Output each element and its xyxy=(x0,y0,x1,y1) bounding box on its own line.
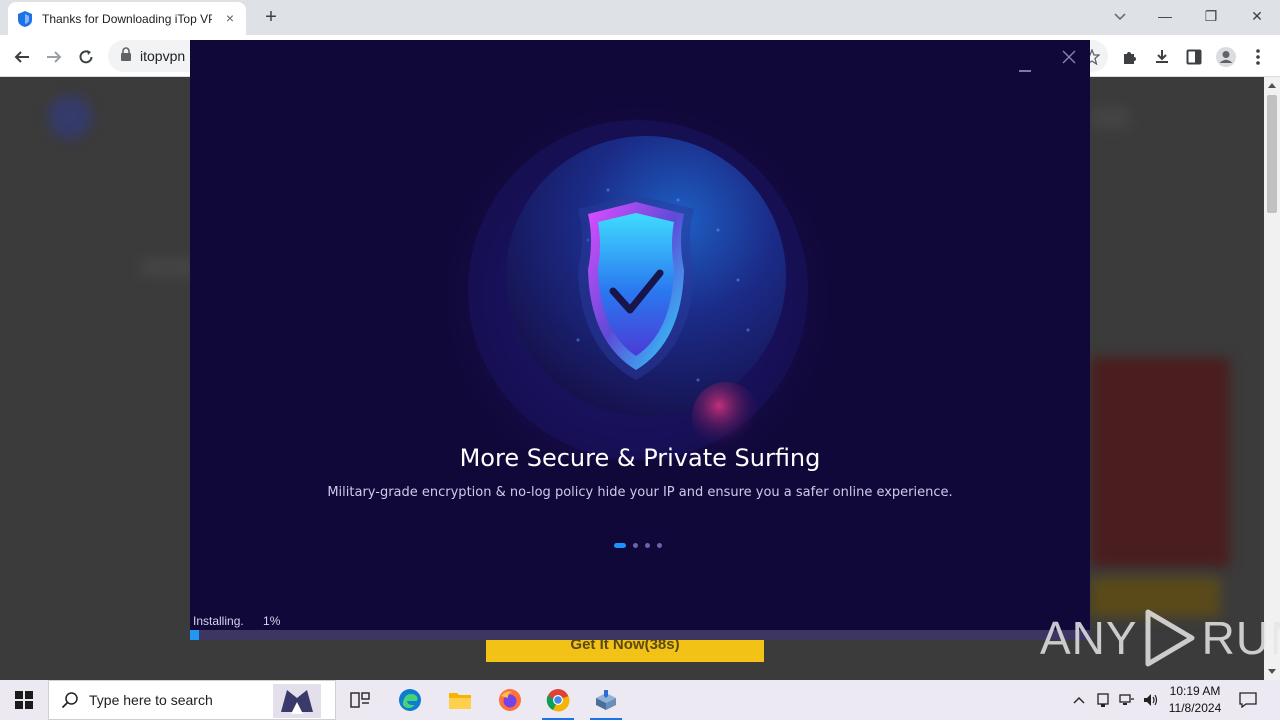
carousel-dot[interactable] xyxy=(633,543,638,548)
windows-taskbar: Type here to search 10:19 AM 11/8/2024 xyxy=(0,680,1280,720)
edge-taskbar-button[interactable] xyxy=(386,680,434,720)
lock-icon xyxy=(120,46,132,66)
task-view-icon xyxy=(350,692,370,708)
installer-app-icon xyxy=(596,690,616,710)
browser-tab[interactable]: Thanks for Downloading iTop VPN × xyxy=(8,2,246,35)
install-progress-bar xyxy=(190,630,1090,640)
clock-date: 11/8/2024 xyxy=(1168,701,1222,715)
carousel-dots xyxy=(614,543,662,548)
firefox-taskbar-button[interactable] xyxy=(486,680,534,720)
downloads-icon[interactable] xyxy=(1148,43,1176,71)
anyrun-watermark: ANY RUN xyxy=(1040,608,1280,668)
profile-avatar-icon[interactable] xyxy=(1212,43,1240,71)
installer-minimize-button[interactable] xyxy=(1014,50,1036,72)
url-text: itopvpn xyxy=(140,48,186,64)
chrome-icon xyxy=(546,689,570,712)
install-progress-percent: 1% xyxy=(263,614,281,628)
installer-close-button[interactable] xyxy=(1058,46,1080,68)
itop-vpn-favicon-icon xyxy=(18,10,32,27)
search-icon xyxy=(61,691,79,709)
tab-search-chevron-icon[interactable] xyxy=(1110,6,1130,26)
watermark-text-right: RUN xyxy=(1201,612,1280,664)
slide-headline: More Secure & Private Surfing xyxy=(459,444,821,472)
chrome-taskbar-button[interactable] xyxy=(534,680,582,720)
window-minimize-button[interactable]: — xyxy=(1142,0,1188,32)
install-progress-fill xyxy=(190,630,199,640)
extensions-puzzle-icon[interactable] xyxy=(1116,43,1144,71)
page-scrollbar[interactable] xyxy=(1264,77,1280,680)
carousel-dot[interactable] xyxy=(614,543,626,548)
tab-title: Thanks for Downloading iTop VPN xyxy=(42,11,212,26)
new-tab-button[interactable]: + xyxy=(259,5,283,29)
browser-menu-icon[interactable] xyxy=(1244,43,1272,71)
site-logo xyxy=(48,95,92,139)
firefox-icon xyxy=(499,689,521,711)
window-close-button[interactable]: ✕ xyxy=(1234,0,1280,32)
edge-icon xyxy=(399,689,421,711)
forward-arrow-icon[interactable] xyxy=(40,43,68,71)
install-status-label: Installing. xyxy=(193,614,244,628)
window-restore-button[interactable]: ❐ xyxy=(1188,0,1234,32)
tray-device-icon[interactable] xyxy=(1092,680,1114,720)
carousel-dot[interactable] xyxy=(645,543,650,548)
file-explorer-icon xyxy=(449,693,471,709)
slide-description: Military-grade encryption & no-log polic… xyxy=(327,485,953,500)
play-triangle-icon xyxy=(1142,608,1198,668)
carousel-dot[interactable] xyxy=(657,543,662,548)
installer-window: More Secure & Private Surfing Military-g… xyxy=(190,40,1090,640)
windows-logo-icon xyxy=(15,691,33,709)
notifications-icon[interactable] xyxy=(1232,680,1264,720)
search-highlight-image xyxy=(273,684,321,718)
task-view-button[interactable] xyxy=(336,680,384,720)
clock-time: 10:19 AM xyxy=(1169,684,1221,698)
volume-icon[interactable] xyxy=(1140,680,1162,720)
scroll-down-arrow-icon[interactable] xyxy=(1268,669,1276,674)
side-panel-icon[interactable] xyxy=(1180,43,1208,71)
file-explorer-taskbar-button[interactable] xyxy=(436,680,484,720)
scroll-up-arrow-icon[interactable] xyxy=(1268,83,1276,88)
tab-close-icon[interactable]: × xyxy=(222,10,238,26)
site-header-item xyxy=(1090,107,1130,129)
network-icon[interactable] xyxy=(1116,680,1138,720)
tray-overflow-chevron-icon[interactable] xyxy=(1068,680,1090,720)
taskbar-search-box[interactable]: Type here to search xyxy=(48,680,336,720)
reload-icon[interactable] xyxy=(72,43,100,71)
taskbar-clock[interactable]: 10:19 AM 11/8/2024 xyxy=(1162,683,1228,717)
shield-globe-illustration xyxy=(438,90,838,460)
watermark-text-left: ANY xyxy=(1040,612,1138,664)
scrollbar-thumb[interactable] xyxy=(1267,95,1277,213)
start-button[interactable] xyxy=(0,680,48,720)
search-placeholder: Type here to search xyxy=(89,692,213,708)
back-arrow-icon[interactable] xyxy=(8,43,36,71)
installer-taskbar-button[interactable] xyxy=(582,680,630,720)
install-status: Installing. 1% xyxy=(193,614,280,628)
browser-tab-strip: Thanks for Downloading iTop VPN × + — ❐ … xyxy=(0,0,1280,35)
site-promo-banner xyxy=(1090,357,1230,567)
